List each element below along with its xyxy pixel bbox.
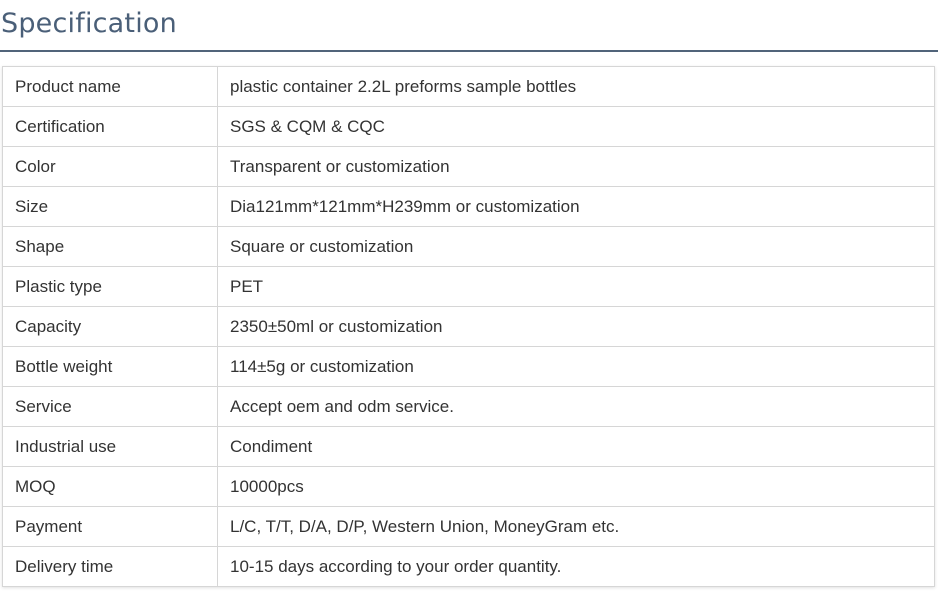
spec-value-delivery-time: 10-15 days according to your order quant…: [217, 546, 935, 587]
spec-label-color: Color: [2, 146, 218, 187]
spec-label-certification: Certification: [2, 106, 218, 147]
table-row: MOQ 10000pcs: [2, 466, 935, 507]
table-row: Payment L/C, T/T, D/A, D/P, Western Unio…: [2, 506, 935, 547]
specification-table: Product name plastic container 2.2L pref…: [2, 66, 935, 587]
spec-value-capacity: 2350±50ml or customization: [217, 306, 935, 347]
table-row: Color Transparent or customization: [2, 146, 935, 187]
table-row: Capacity 2350±50ml or customization: [2, 306, 935, 347]
spec-label-payment: Payment: [2, 506, 218, 547]
spec-label-bottle-weight: Bottle weight: [2, 346, 218, 387]
title-divider: [0, 50, 938, 52]
spec-label-industrial-use: Industrial use: [2, 426, 218, 467]
spec-value-certification: SGS & CQM & CQC: [217, 106, 935, 147]
spec-value-shape: Square or customization: [217, 226, 935, 267]
section-title: Specification: [1, 8, 177, 39]
table-row: Plastic type PET: [2, 266, 935, 307]
spec-label-size: Size: [2, 186, 218, 227]
table-row: Certification SGS & CQM & CQC: [2, 106, 935, 147]
table-row: Delivery time 10-15 days according to yo…: [2, 546, 935, 587]
spec-value-plastic-type: PET: [217, 266, 935, 307]
table-row: Size Dia121mm*121mm*H239mm or customizat…: [2, 186, 935, 227]
spec-label-delivery-time: Delivery time: [2, 546, 218, 587]
table-row: Industrial use Condiment: [2, 426, 935, 467]
table-row: Bottle weight 114±5g or customization: [2, 346, 935, 387]
spec-label-moq: MOQ: [2, 466, 218, 507]
spec-label-plastic-type: Plastic type: [2, 266, 218, 307]
spec-value-industrial-use: Condiment: [217, 426, 935, 467]
spec-value-product-name: plastic container 2.2L preforms sample b…: [217, 66, 935, 107]
spec-label-service: Service: [2, 386, 218, 427]
spec-label-capacity: Capacity: [2, 306, 218, 347]
spec-value-payment: L/C, T/T, D/A, D/P, Western Union, Money…: [217, 506, 935, 547]
spec-value-color: Transparent or customization: [217, 146, 935, 187]
spec-value-size: Dia121mm*121mm*H239mm or customization: [217, 186, 935, 227]
spec-value-bottle-weight: 114±5g or customization: [217, 346, 935, 387]
spec-label-shape: Shape: [2, 226, 218, 267]
table-row: Product name plastic container 2.2L pref…: [2, 66, 935, 107]
spec-value-service: Accept oem and odm service.: [217, 386, 935, 427]
table-row: Service Accept oem and odm service.: [2, 386, 935, 427]
table-row: Shape Square or customization: [2, 226, 935, 267]
spec-value-moq: 10000pcs: [217, 466, 935, 507]
spec-label-product-name: Product name: [2, 66, 218, 107]
